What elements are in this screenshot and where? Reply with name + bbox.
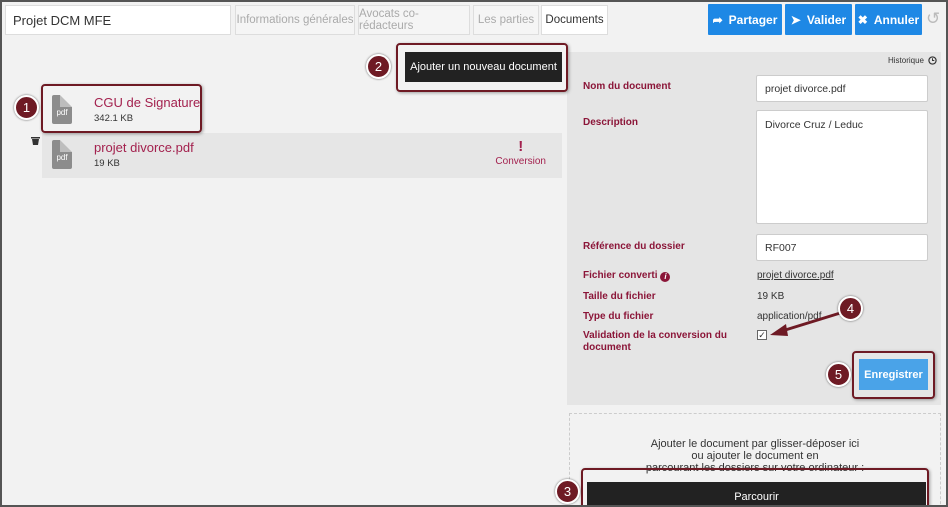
conversion-validation-label: Validation de la conversion du document	[583, 330, 727, 353]
document-item-selected[interactable]: pdf projet divorce.pdf 19 KB ! Conversio…	[42, 133, 562, 178]
document-name[interactable]: projet divorce.pdf	[94, 140, 194, 155]
document-name-label: Nom du document	[583, 81, 671, 92]
info-icon[interactable]: i	[660, 272, 671, 282]
document-size: 19 KB	[94, 158, 120, 169]
annotation-box-5	[852, 351, 935, 399]
cancel-label: Annuler	[873, 12, 920, 27]
close-icon: ✖	[857, 12, 868, 27]
share-label: Partager	[728, 12, 778, 27]
document-name-input[interactable]: projet divorce.pdf	[756, 75, 928, 102]
tab-general-info[interactable]: Informations générales	[235, 5, 355, 35]
annotation-badge-3: 3	[555, 479, 580, 504]
pdf-file-icon: pdf	[52, 140, 72, 169]
project-title-field[interactable]: Projet DCM MFE	[5, 5, 231, 35]
share-icon: ➦	[712, 12, 723, 27]
clock-icon	[928, 56, 937, 65]
converted-file-link[interactable]: projet divorce.pdf	[757, 270, 834, 281]
converted-file-label: Fichier converti i	[583, 270, 671, 282]
send-icon: ➤	[790, 12, 801, 27]
validate-button[interactable]: ➤ Valider	[785, 4, 852, 35]
top-bar: Projet DCM MFE Informations générales Av…	[0, 0, 948, 40]
reference-label: Référence du dossier	[583, 241, 685, 252]
cancel-button[interactable]: ✖ Annuler	[855, 4, 922, 35]
tab-parties[interactable]: Les parties	[473, 5, 539, 35]
history-link[interactable]: Historique	[888, 56, 937, 65]
annotation-box-1	[41, 84, 202, 133]
tab-co-lawyers[interactable]: Avocats co-rédacteurs	[358, 5, 470, 35]
pdf-icon-text: pdf	[56, 153, 68, 162]
description-label: Description	[583, 117, 639, 128]
dropzone-line-1: Ajouter le document par glisser-déposer …	[650, 438, 860, 450]
description-textarea[interactable]: Divorce Cruz / Leduc	[756, 110, 928, 224]
history-label: Historique	[887, 56, 924, 65]
annotation-box-2	[396, 43, 568, 92]
dropzone-line-2: ou ajouter le document en	[691, 450, 819, 462]
file-type-label: Type du fichier	[583, 311, 654, 322]
share-button[interactable]: ➦ Partager	[708, 4, 782, 35]
file-size-label: Taille du fichier	[583, 291, 656, 302]
annotation-badge-1: 1	[14, 95, 39, 120]
trash-icon[interactable]	[31, 137, 40, 145]
annotation-badge-4: 4	[838, 296, 863, 321]
reference-input[interactable]: RF007	[756, 234, 928, 261]
annotation-box-3	[581, 468, 929, 507]
annotation-badge-5: 5	[826, 362, 851, 387]
warning-icon: !	[518, 138, 524, 155]
undo-icon[interactable]: ↺	[926, 9, 942, 28]
validate-label: Valider	[806, 12, 847, 27]
converted-file-label-text: Fichier converti	[583, 270, 658, 281]
conversion-warning: ! Conversion	[495, 139, 546, 167]
tab-documents[interactable]: Documents	[541, 5, 608, 35]
conversion-status: Conversion	[495, 156, 546, 167]
annotation-badge-2: 2	[366, 54, 391, 79]
